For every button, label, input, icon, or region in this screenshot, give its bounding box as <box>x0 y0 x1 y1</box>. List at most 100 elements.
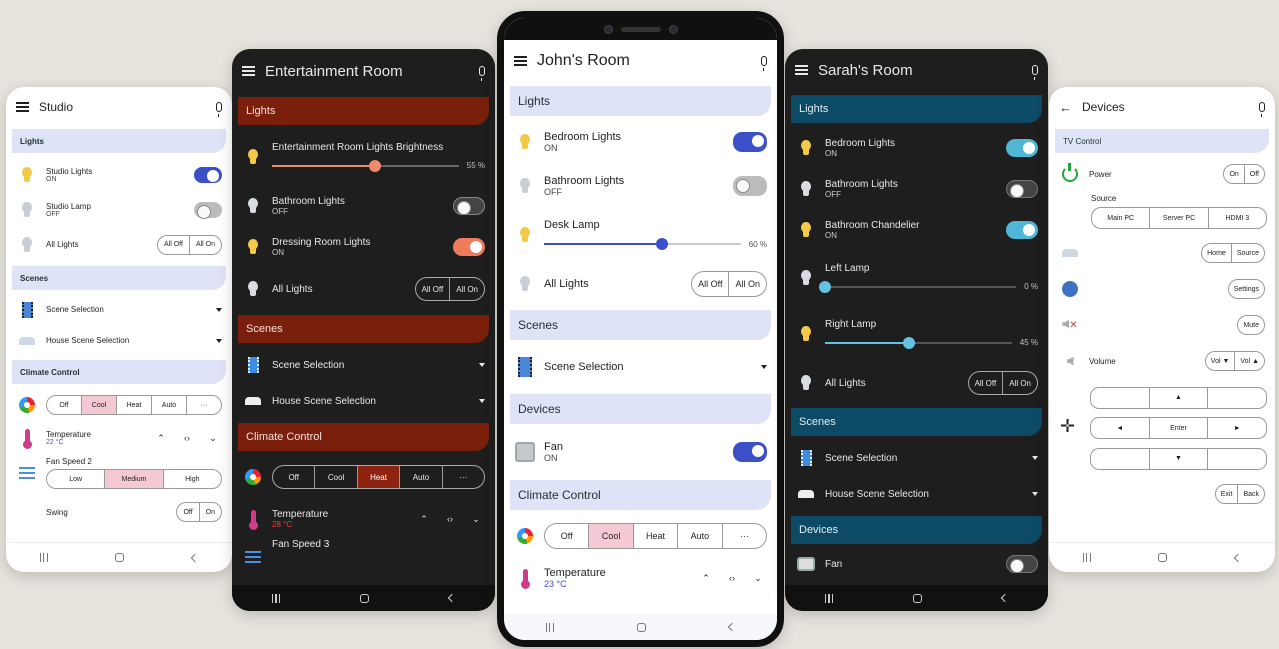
back-icon[interactable] <box>1233 553 1243 562</box>
source-main-pc[interactable]: Main PC <box>1092 208 1149 228</box>
temp-expand-icon[interactable]: ‹› <box>178 433 196 443</box>
recents-icon[interactable] <box>825 593 833 603</box>
mode-heat[interactable]: Heat <box>632 524 677 548</box>
all-on-button[interactable]: All On <box>1002 372 1037 394</box>
dpad-up-button[interactable]: ▲ <box>1148 387 1208 408</box>
mic-icon[interactable] <box>1259 102 1265 117</box>
home-icon[interactable] <box>913 593 922 603</box>
light-row-chandelier[interactable]: Bathroom Chandelier ON <box>785 209 1048 250</box>
mute-button[interactable]: Mute <box>1238 316 1264 334</box>
all-off-button[interactable]: All Off <box>969 372 1003 394</box>
temp-up-icon[interactable]: ⌃ <box>152 433 170 444</box>
back-arrow-icon[interactable]: ← <box>1059 100 1072 115</box>
dressing-lights-toggle[interactable] <box>453 237 485 256</box>
all-off-button[interactable]: All Off <box>692 272 728 296</box>
recents-icon[interactable] <box>545 622 554 632</box>
power-off-button[interactable]: Off <box>1243 165 1264 183</box>
mode-auto[interactable]: Auto <box>399 466 441 488</box>
mode-off[interactable]: Off <box>545 524 588 548</box>
right-lamp-slider[interactable] <box>825 336 1012 350</box>
light-row-bathroom[interactable]: Bathroom Lights OFF <box>785 168 1048 209</box>
temp-expand-icon[interactable]: ‹› <box>441 514 459 524</box>
fan-row[interactable]: Fan <box>785 548 1048 580</box>
studio-lights-toggle[interactable] <box>194 166 222 183</box>
recents-icon[interactable] <box>39 553 48 562</box>
dpad-enter-button[interactable]: Enter <box>1148 418 1208 438</box>
scene-select-row[interactable]: Scene Selection <box>785 440 1048 476</box>
studio-lamp-toggle[interactable] <box>194 201 222 219</box>
menu-icon[interactable] <box>242 66 255 76</box>
bathroom-lights-toggle[interactable] <box>1006 179 1038 198</box>
volume-down-button[interactable]: Vol ▼ <box>1206 352 1235 370</box>
dpad-down-button[interactable]: ▼ <box>1148 448 1208 469</box>
back-icon[interactable] <box>728 622 737 632</box>
all-on-button[interactable]: All On <box>728 272 766 296</box>
house-scene-row[interactable]: House Scene Selection <box>785 476 1048 512</box>
mode-off[interactable]: Off <box>47 396 81 414</box>
fan-row[interactable]: Fan ON <box>504 428 777 476</box>
fan-medium[interactable]: Medium <box>104 470 163 488</box>
light-row-bedroom[interactable]: Bedroom Lights ON <box>785 127 1048 168</box>
mode-more[interactable]: ··· <box>186 396 221 414</box>
back-button[interactable]: Back <box>1237 485 1264 503</box>
temp-down-icon[interactable]: ⌄ <box>467 514 485 525</box>
bedroom-lights-toggle[interactable] <box>733 132 767 152</box>
mic-icon[interactable] <box>479 66 485 81</box>
settings-button[interactable]: Settings <box>1229 280 1264 298</box>
mode-auto[interactable]: Auto <box>677 524 721 548</box>
all-off-button[interactable]: All Off <box>416 278 450 300</box>
bathroom-lights-toggle[interactable] <box>453 196 485 215</box>
light-row-bathroom[interactable]: Bathroom Lights OFF <box>232 185 495 226</box>
house-scene-row[interactable]: House Scene Selection <box>232 383 495 419</box>
temp-down-icon[interactable]: ⌄ <box>749 573 767 584</box>
temp-expand-icon[interactable]: ‹› <box>723 573 741 583</box>
menu-icon[interactable] <box>795 65 808 75</box>
mode-more[interactable]: ··· <box>721 524 766 548</box>
volume-up-button[interactable]: Vol ▲ <box>1234 352 1264 370</box>
bedroom-lights-toggle[interactable] <box>1006 138 1038 157</box>
scene-select-row[interactable]: Scene Selection <box>232 347 495 383</box>
source-hdmi3[interactable]: HDMI 3 <box>1207 208 1266 228</box>
menu-icon[interactable] <box>16 102 29 112</box>
chandelier-toggle[interactable] <box>1006 220 1038 239</box>
all-off-button[interactable]: All Off <box>158 236 189 254</box>
light-row-dressing[interactable]: Dressing Room Lights ON <box>232 226 495 267</box>
mic-icon[interactable] <box>1032 65 1038 80</box>
home-icon[interactable] <box>360 593 369 603</box>
swing-off[interactable]: Off <box>177 503 198 521</box>
temp-up-icon[interactable]: ⌃ <box>697 573 715 584</box>
fan-toggle[interactable] <box>733 442 767 462</box>
left-lamp-slider[interactable] <box>819 280 1017 294</box>
scene-select-row[interactable]: Scene Selection <box>6 294 232 325</box>
dpad-right-button[interactable]: ► <box>1207 418 1266 438</box>
home-icon[interactable] <box>115 553 125 562</box>
temp-up-icon[interactable]: ⌃ <box>415 514 433 525</box>
dpad-left-button[interactable]: ◄ <box>1091 418 1149 438</box>
all-on-button[interactable]: All On <box>188 235 221 254</box>
mode-heat[interactable]: Heat <box>116 396 151 414</box>
mic-icon[interactable] <box>761 56 767 71</box>
fan-toggle[interactable] <box>1006 555 1038 573</box>
scene-select-row[interactable]: Scene Selection <box>504 344 777 390</box>
light-row-studio-lights[interactable]: Studio Lights ON <box>6 157 232 192</box>
mode-cool[interactable]: Cool <box>314 466 356 488</box>
back-icon[interactable] <box>447 593 457 603</box>
mode-cool[interactable]: Cool <box>81 396 116 414</box>
fan-low[interactable]: Low <box>47 470 104 488</box>
home-button[interactable]: Home <box>1202 244 1231 262</box>
mode-cool[interactable]: Cool <box>588 524 633 548</box>
home-icon[interactable] <box>1158 553 1168 562</box>
mic-icon[interactable] <box>216 102 222 117</box>
swing-on[interactable]: On <box>198 503 221 521</box>
brightness-slider[interactable] <box>272 159 459 173</box>
menu-icon[interactable] <box>514 56 527 66</box>
home-icon[interactable] <box>636 622 646 632</box>
desk-lamp-slider[interactable] <box>544 237 741 251</box>
bathroom-lights-toggle[interactable] <box>733 176 767 196</box>
mode-off[interactable]: Off <box>273 466 314 488</box>
all-on-button[interactable]: All On <box>449 278 484 300</box>
recents-icon[interactable] <box>1082 553 1091 562</box>
mode-auto[interactable]: Auto <box>151 396 186 414</box>
mode-more[interactable]: ··· <box>441 466 484 488</box>
source-server-pc[interactable]: Server PC <box>1149 208 1207 228</box>
